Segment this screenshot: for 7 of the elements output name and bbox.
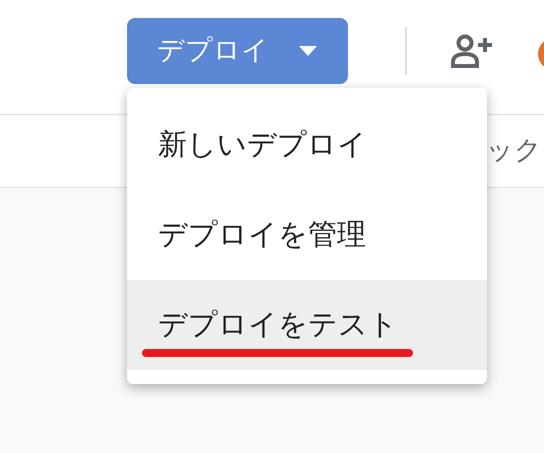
toolbar-text: ック — [486, 134, 542, 168]
menu-item[interactable]: 新しいデプロイ — [127, 100, 487, 190]
add-person-icon[interactable] — [451, 34, 495, 68]
menu-item[interactable]: デプロイを管理 — [127, 190, 487, 280]
menu-item[interactable]: デプロイをテスト — [127, 280, 487, 370]
caret-icon — [299, 46, 317, 56]
deploy-button[interactable]: デプロイ — [127, 18, 348, 84]
